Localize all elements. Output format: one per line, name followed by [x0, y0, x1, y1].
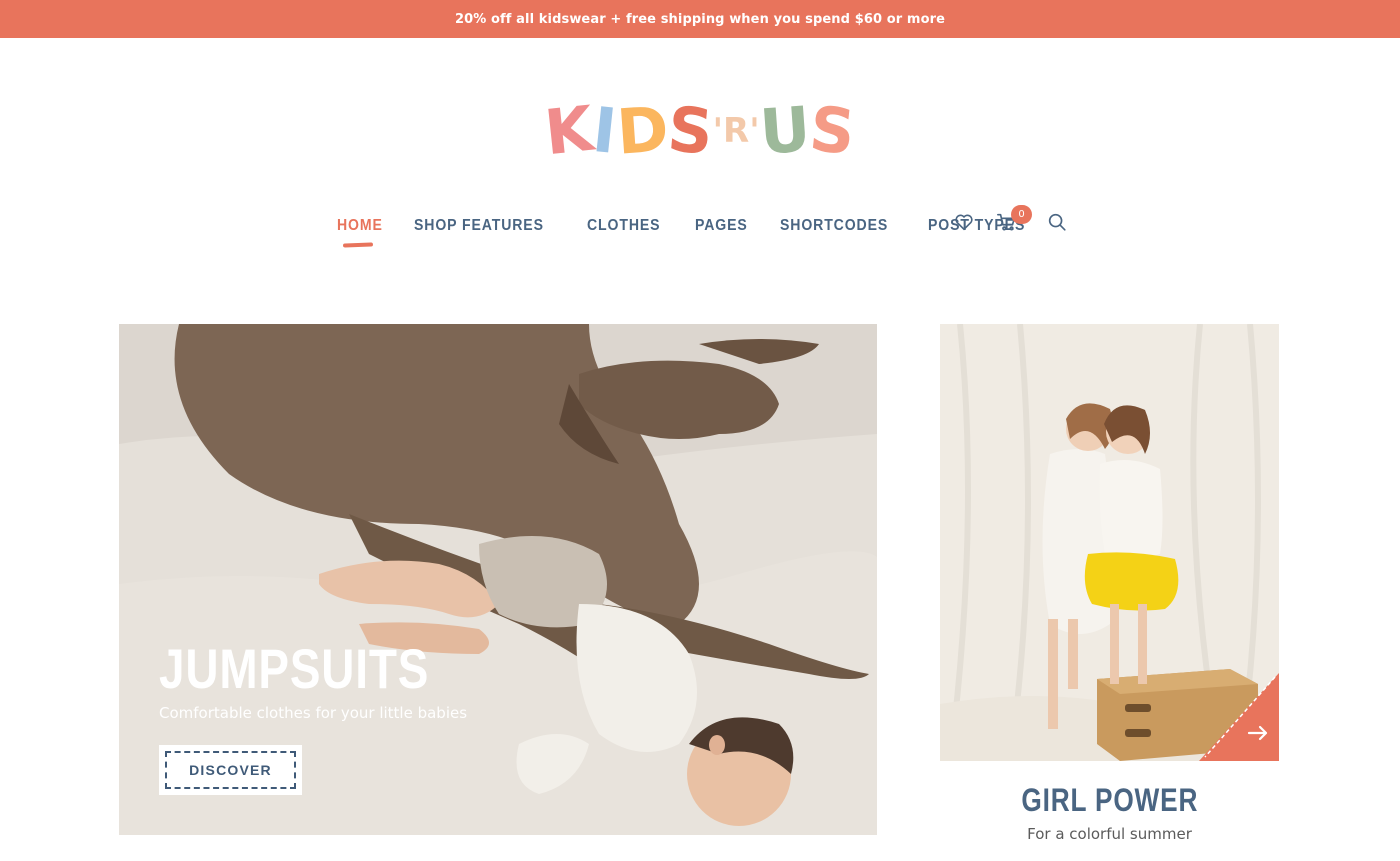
discover-button-label: DISCOVER: [165, 751, 296, 789]
logo-letter: 'R': [712, 111, 760, 151]
promo-text: 20% off all kidswear + free shipping whe…: [454, 11, 946, 27]
nav-item-shop-features[interactable]: SHOP FEATURES: [414, 217, 544, 235]
search-icon[interactable]: [1046, 211, 1068, 233]
logo-letter: D: [613, 92, 671, 169]
nav-item-pages[interactable]: PAGES: [695, 217, 748, 235]
logo-letter: S: [664, 92, 716, 169]
nav-item-shortcodes[interactable]: SHORTCODES: [780, 217, 888, 235]
logo-letter: K: [541, 91, 598, 170]
promo-bar: 20% off all kidswear + free shipping whe…: [0, 0, 1400, 38]
discover-button[interactable]: DISCOVER: [159, 745, 302, 795]
card-corner-arrow[interactable]: [1199, 673, 1279, 761]
hero-title: JUMPSUITS: [159, 637, 430, 700]
heart-icon[interactable]: [953, 211, 975, 233]
cart-count-badge: 0: [1011, 205, 1032, 224]
hero-subtitle: Comfortable clothes for your little babi…: [159, 704, 468, 722]
logo-letter: U: [757, 92, 813, 169]
hero-banner[interactable]: JUMPSUITS Comfortable clothes for your l…: [119, 324, 877, 835]
site-logo[interactable]: K I D S 'R' U S: [542, 92, 859, 170]
side-card-subtitle: For a colorful summer: [1027, 825, 1192, 843]
logo-letter: S: [806, 91, 859, 170]
nav-item-clothes[interactable]: CLOTHES: [587, 217, 660, 235]
active-nav-underline: [342, 242, 374, 248]
side-card-title-text: GIRL POWER: [1021, 782, 1198, 818]
girl-power-card[interactable]: [940, 324, 1279, 761]
side-card-title[interactable]: GIRL POWER: [940, 782, 1279, 819]
nav-item-home[interactable]: HOME: [337, 217, 383, 235]
